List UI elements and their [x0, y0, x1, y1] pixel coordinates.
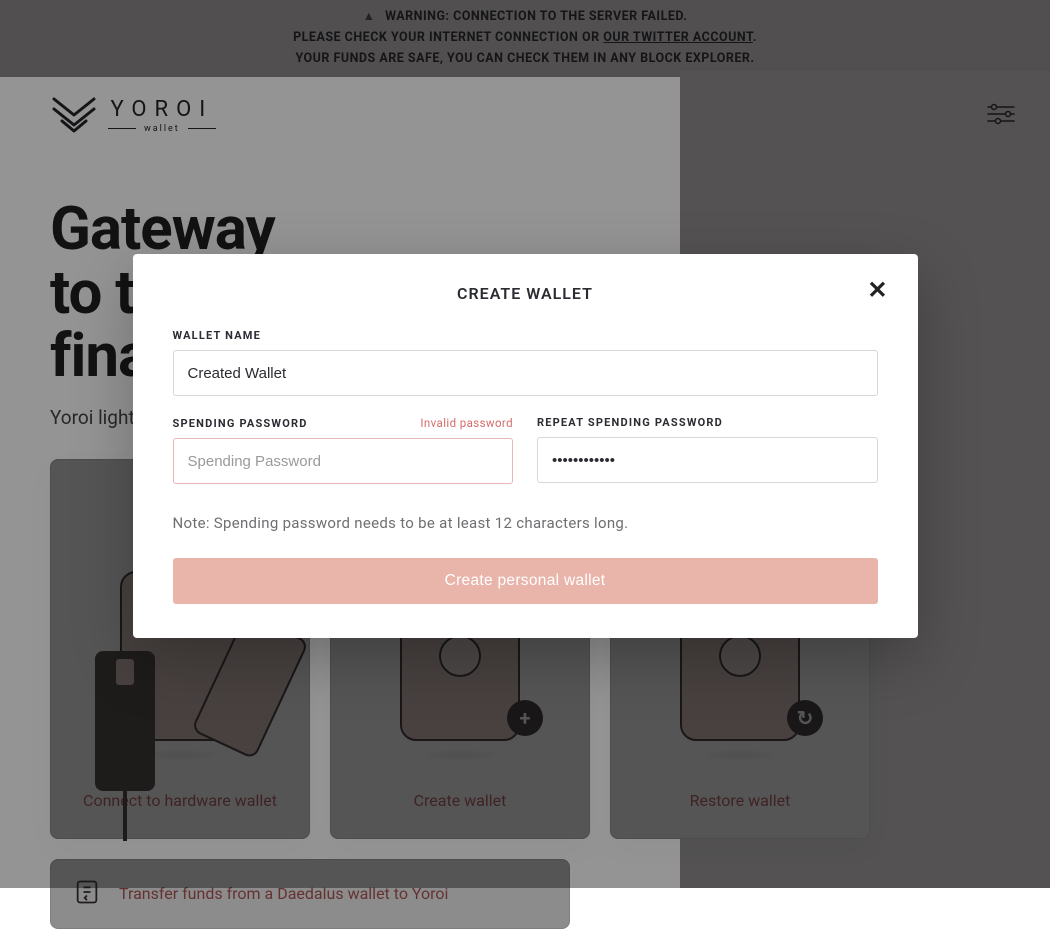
repeat-password-input[interactable]	[537, 437, 878, 483]
spending-password-field: SPENDING PASSWORD Invalid password	[173, 416, 514, 484]
spending-password-label: SPENDING PASSWORD	[173, 417, 308, 430]
modal-title: CREATE WALLET	[173, 284, 878, 303]
wallet-name-field: WALLET NAME	[173, 329, 878, 396]
password-note: Note: Spending password needs to be at l…	[173, 514, 878, 532]
repeat-password-field: REPEAT SPENDING PASSWORD	[537, 416, 878, 484]
spending-password-input[interactable]	[173, 438, 514, 484]
wallet-name-label: WALLET NAME	[173, 329, 262, 342]
repeat-password-label: REPEAT SPENDING PASSWORD	[537, 416, 723, 429]
close-icon[interactable]: ✕	[867, 276, 887, 305]
create-wallet-modal: ✕ CREATE WALLET WALLET NAME SPENDING PAS…	[133, 254, 918, 638]
modal-overlay: ✕ CREATE WALLET WALLET NAME SPENDING PAS…	[0, 0, 1050, 888]
create-wallet-button[interactable]: Create personal wallet	[173, 558, 878, 604]
spending-password-error: Invalid password	[420, 416, 513, 430]
wallet-name-input[interactable]	[173, 350, 878, 396]
